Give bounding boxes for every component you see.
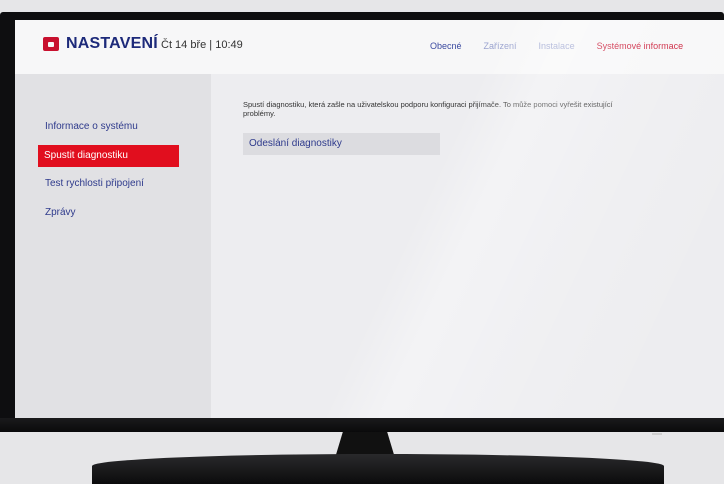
diagnostics-description: Spustí diagnostiku, která zašle na uživa…	[243, 100, 613, 118]
tab-installation[interactable]: Instalace	[539, 41, 575, 51]
tab-system-info[interactable]: Systémové informace	[597, 41, 684, 51]
tv-power-led	[652, 433, 662, 435]
header-bar: NASTAVENÍ Čt 14 bře | 10:49 Obecné Zaříz…	[15, 20, 724, 74]
tab-devices[interactable]: Zařízení	[484, 41, 517, 51]
page-title: NASTAVENÍ	[66, 35, 158, 52]
sidebar-item-run-diagnostics[interactable]: Spustit diagnostiku	[38, 145, 179, 167]
tab-general[interactable]: Obecné	[430, 41, 462, 51]
date-time: Čt 14 bře | 10:49	[161, 39, 243, 51]
main-content: Spustí diagnostiku, která zašle na uživa…	[211, 74, 724, 418]
sidebar-item-messages[interactable]: Zprávy	[45, 207, 76, 218]
sidebar-item-system-info[interactable]: Informace o systému	[45, 121, 138, 132]
sidebar-item-speed-test[interactable]: Test rychlosti připojení	[45, 178, 144, 189]
tv-screen: NASTAVENÍ Čt 14 bře | 10:49 Obecné Zaříz…	[15, 20, 724, 418]
tv-bottom-bezel	[0, 418, 724, 432]
send-diagnostics-button[interactable]: Odeslání diagnostiky	[243, 133, 440, 155]
sidebar: Informace o systému Spustit diagnostiku …	[15, 74, 211, 418]
tab-bar: Obecné Zařízení Instalace Systémové info…	[430, 41, 683, 51]
tv-stand-base	[92, 454, 664, 484]
brand-logo-icon	[43, 37, 59, 51]
